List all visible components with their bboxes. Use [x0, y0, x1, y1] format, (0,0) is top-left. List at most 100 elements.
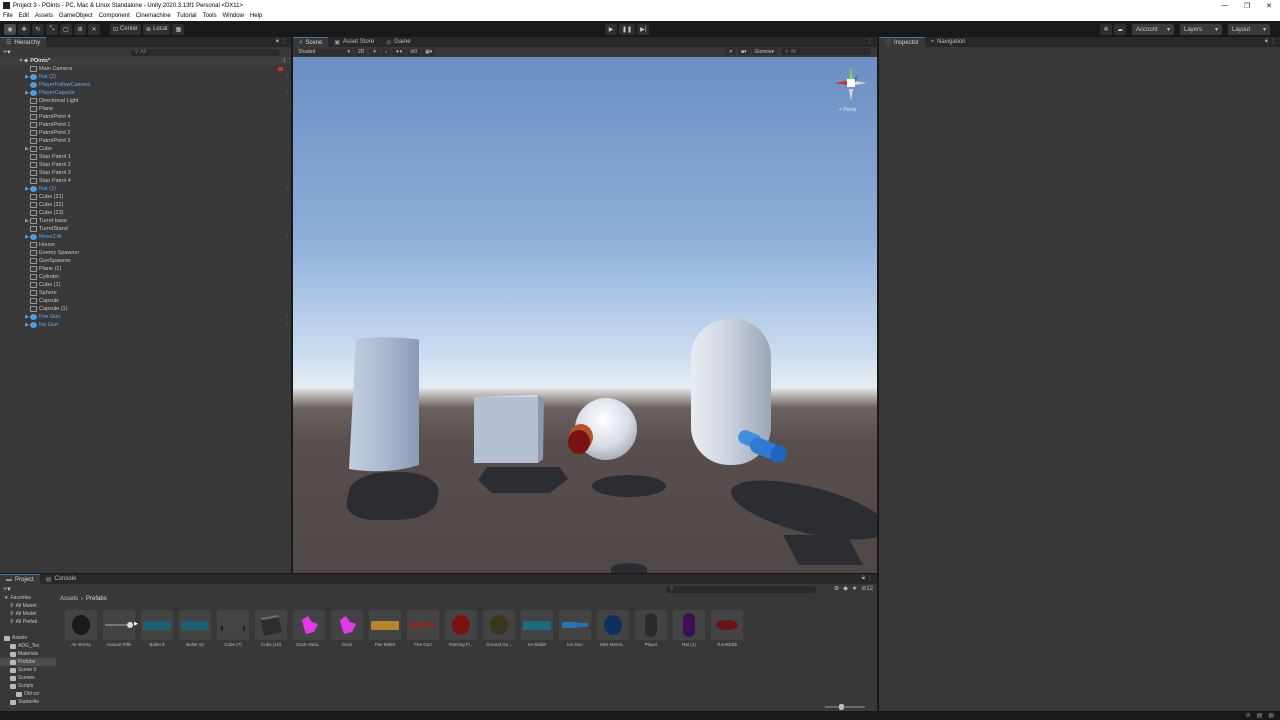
hierarchy-search-input[interactable]: ⚲ All — [130, 48, 280, 56]
shading-mode-dropdown[interactable]: Shaded ▾ — [295, 48, 353, 56]
effects-dropdown[interactable]: ✦▾ — [392, 48, 406, 56]
custom-tool-button[interactable]: ✕ — [88, 23, 100, 35]
panel-menu-icon[interactable]: ⋮ — [867, 38, 873, 45]
project-tree-item[interactable]: ⚲ All Materi — [0, 602, 56, 610]
hierarchy-item[interactable]: Cube (21) — [0, 193, 291, 201]
hierarchy-item[interactable]: Stair Patrol 3 — [0, 169, 291, 177]
grid-dropdown[interactable]: ▦▾ — [422, 48, 436, 56]
hierarchy-item[interactable]: ▶ Rat (2) › — [0, 73, 291, 81]
ice-gun-object[interactable] — [731, 429, 793, 469]
scene-viewport[interactable]: < Persp — [293, 57, 877, 573]
hierarchy-item[interactable]: PatrolPoint 3 — [0, 137, 291, 145]
hierarchy-item[interactable]: GunSpawner — [0, 257, 291, 265]
prefab-open-icon[interactable]: › — [286, 322, 288, 328]
asset-item[interactable]: ▶ Assault Rifle — [100, 610, 138, 647]
hierarchy-item[interactable]: Stair Patrol 4 — [0, 177, 291, 185]
asset-item[interactable]: Cube (7) — [214, 610, 252, 647]
hierarchy-item[interactable]: ▶ Ice Gun › — [0, 321, 291, 329]
menu-help[interactable]: Help — [250, 13, 262, 19]
project-tree-item[interactable]: Scripts — [0, 682, 56, 690]
project-tree-item[interactable]: Prefabs — [0, 658, 56, 666]
hierarchy-item[interactable]: Capsule (1) — [0, 305, 291, 313]
project-tree-item[interactable]: Materials — [0, 650, 56, 658]
play-button[interactable]: ▶ — [605, 24, 617, 35]
account-dropdown[interactable]: Account ▾ — [1132, 24, 1174, 35]
cache-icon[interactable]: ▤ — [1257, 712, 1263, 719]
cloud-button[interactable]: ☁ — [1114, 24, 1126, 35]
asset-item[interactable]: Cube (10) — [252, 610, 290, 647]
cube-object[interactable] — [472, 393, 546, 465]
panel-menu-icon[interactable]: ⋮ — [867, 575, 873, 582]
move-tool-button[interactable]: ✥ — [18, 23, 30, 35]
hierarchy-item[interactable]: ▶ PlayerCapsule › — [0, 89, 291, 97]
orientation-gizmo[interactable]: < Persp — [831, 65, 871, 123]
menu-cinemachine[interactable]: Cinemachine — [136, 13, 171, 19]
hierarchy-item[interactable]: PatrolPoint 2 — [0, 129, 291, 137]
asset-item[interactable]: Ground Gu... — [480, 610, 518, 647]
asset-item[interactable]: Mist Monst... — [594, 610, 632, 647]
console-status-icon[interactable]: ▤ — [1268, 712, 1274, 719]
menu-window[interactable]: Window — [223, 13, 244, 19]
hierarchy-item[interactable]: Directional Light — [0, 97, 291, 105]
hierarchy-item[interactable]: ▶ Cube — [0, 145, 291, 153]
asset-item[interactable]: Flaming Fi... — [442, 610, 480, 647]
asset-item[interactable]: Bullet 10 — [176, 610, 214, 647]
asset-item[interactable]: Rat (1) — [670, 610, 708, 647]
tab-hierarchy[interactable]: ☰ Hierarchy — [0, 37, 47, 47]
zoom-slider-handle[interactable] — [839, 704, 844, 710]
panel-menu-icon[interactable]: ⋮ — [1270, 38, 1276, 45]
rotate-tool-button[interactable]: ↻ — [32, 23, 44, 35]
tab-project[interactable]: ▬ Project — [0, 574, 40, 584]
asset-item[interactable]: Air stricity — [62, 610, 100, 647]
pause-button[interactable]: ❚❚ — [619, 24, 636, 35]
menu-gameobject[interactable]: GameObject — [59, 13, 93, 19]
2d-toggle[interactable]: 2D — [355, 48, 368, 56]
progress-icon[interactable]: ⊘ — [1246, 712, 1251, 719]
hierarchy-item[interactable]: ▶ Fire Gun › — [0, 313, 291, 321]
layers-dropdown[interactable]: Layers ▾ — [1180, 24, 1222, 35]
lighting-toggle[interactable]: ☀ — [369, 48, 380, 56]
audio-toggle[interactable]: ♪ — [381, 48, 391, 56]
asset-item[interactable]: Fire Bullet — [366, 610, 404, 647]
hierarchy-item[interactable]: Cube (1) — [0, 281, 291, 289]
tab-scene[interactable]: # Scene — [293, 37, 329, 47]
tab-inspector[interactable]: ⓘ Inspector — [879, 37, 925, 47]
hierarchy-item[interactable]: Main Camera — [0, 65, 291, 73]
favorite-star-icon[interactable]: ★ — [852, 585, 857, 592]
menu-tutorial[interactable]: Tutorial — [177, 13, 197, 19]
hierarchy-item[interactable]: Cube (22) — [0, 201, 291, 209]
project-tree-item[interactable]: Old scr — [0, 690, 56, 698]
hierarchy-item[interactable]: PatrolPoint 4 — [0, 113, 291, 121]
hierarchy-item[interactable]: Capsule — [0, 297, 291, 305]
tab-console[interactable]: ▤ Console — [39, 574, 83, 584]
panel-menu-icon[interactable]: ⋮ — [281, 38, 287, 45]
hierarchy-item[interactable]: ▶ Turret base — [0, 217, 291, 225]
asset-item[interactable]: Duck Varia... — [290, 610, 328, 647]
layout-dropdown[interactable]: Layout ▾ — [1228, 24, 1270, 35]
asset-item[interactable]: Duck — [328, 610, 366, 647]
close-button[interactable]: ✕ — [1258, 2, 1280, 10]
tools-toggle[interactable]: ✕ — [725, 48, 736, 55]
hierarchy-item[interactable]: PlayerFollowCamera — [0, 81, 291, 89]
transform-tool-button[interactable]: ⊞ — [74, 23, 86, 35]
project-tree-item[interactable]: ⚲ All Prefab — [0, 618, 56, 626]
create-button[interactable]: +▾ — [3, 48, 11, 56]
pivot-center-button[interactable]: ⊡ Center — [110, 23, 142, 35]
create-button[interactable]: +▾ — [3, 585, 11, 593]
prefab-open-icon[interactable]: › — [286, 234, 288, 240]
project-tree-item[interactable]: Scenes — [0, 674, 56, 682]
camera-dropdown[interactable]: ■▾ — [738, 48, 750, 55]
maximize-button[interactable]: ❐ — [1236, 2, 1258, 10]
view-tool-button[interactable]: ◉ — [4, 23, 16, 35]
tab-asset-store[interactable]: ▣ Asset Store — [328, 37, 381, 47]
hidden-objects-toggle[interactable]: ⊘0 — [407, 48, 421, 56]
expand-prefab-icon[interactable]: ▶ — [134, 621, 138, 627]
tab-game[interactable]: ◎ Game — [380, 37, 417, 47]
lock-icon[interactable]: 🔒︎ — [276, 38, 279, 45]
filter-label-icon[interactable]: ◆ — [843, 585, 848, 592]
gizmos-dropdown[interactable]: Gizmos ▾ — [751, 48, 777, 55]
scene-menu-icon[interactable]: ⋮ — [282, 58, 288, 64]
hierarchy-item[interactable]: Cylinder — [0, 273, 291, 281]
menu-tools[interactable]: Tools — [203, 13, 217, 19]
lock-icon[interactable]: 🔒︎ — [862, 575, 865, 582]
